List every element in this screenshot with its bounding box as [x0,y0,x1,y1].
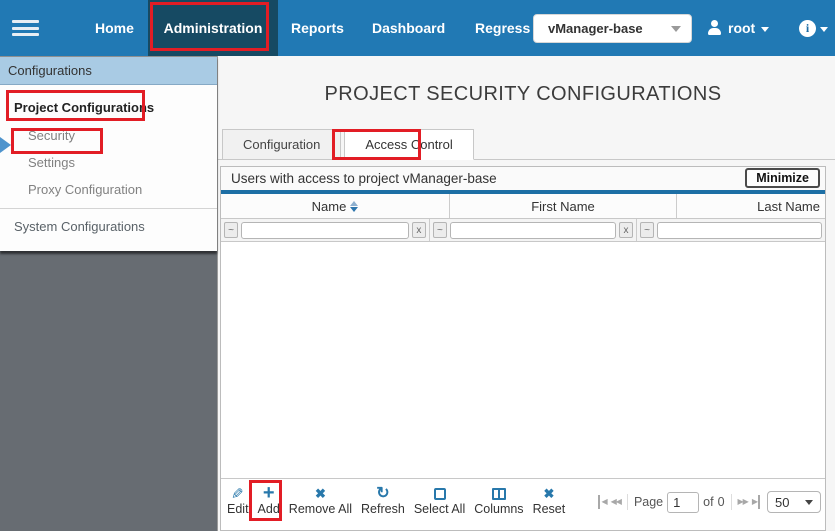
filter-clear-button[interactable]: x [412,222,426,238]
remove-all-button[interactable]: ✖ Remove All [289,485,352,516]
grid-filter-row: ~ x ~ x ~ [221,219,825,242]
caret-down-icon [761,27,769,32]
first-page-button[interactable]: ◀ [598,495,606,509]
chevron-down-icon [805,500,813,505]
hamburger-menu-icon[interactable] [12,20,39,36]
grid-title: Users with access to project vManager-ba… [231,171,497,186]
chevron-down-icon [671,26,681,32]
column-header-first-name[interactable]: First Name [450,194,677,218]
project-selector-value: vManager-base [548,21,671,36]
tab-configuration[interactable]: Configuration [222,129,341,159]
nav-item-home[interactable]: Home [95,0,134,56]
pagination-bar: ◀ ◀◀ Page of 0 ▶▶ ▶ 50 [598,485,821,513]
column-header-name-label: Name [312,199,347,214]
previous-page-button[interactable]: ◀◀ [611,495,621,509]
current-item-arrow-icon [0,137,11,153]
info-icon: i [799,20,816,37]
tab-access-control[interactable]: Access Control [344,129,473,160]
project-selector-dropdown[interactable]: vManager-base [533,14,692,43]
refresh-button-label: Refresh [361,502,405,516]
reset-button[interactable]: ✖ Reset [533,485,566,516]
page-title: PROJECT SECURITY CONFIGURATIONS [220,83,826,106]
of-label: of [703,495,713,509]
sidebar-item-security[interactable]: Security [0,122,217,149]
filter-cell-first-name: ~ x [430,219,637,241]
columns-button[interactable]: Columns [474,485,523,516]
top-navbar: Home Administration Reports Dashboard Re… [0,0,835,56]
page-size-value: 50 [775,495,789,510]
pager-divider [731,494,732,510]
grid-empty-body[interactable] [221,242,825,478]
remove-icon: ✖ [315,485,326,502]
filter-input-name[interactable] [241,222,409,239]
columns-icon [492,485,506,502]
filter-cell-last-name: ~ [637,219,825,241]
filter-input-first-name[interactable] [450,222,616,239]
filter-operator-button[interactable]: ~ [224,222,238,238]
user-icon [707,20,722,36]
filter-clear-button[interactable]: x [619,222,633,238]
nav-item-dashboard[interactable]: Dashboard [372,0,445,56]
select-all-button-label: Select All [414,502,465,516]
page-number-input[interactable] [667,492,699,513]
sidebar-background: Configurations Project Configurations Se… [0,56,218,531]
nav-item-administration[interactable]: Administration [148,0,278,56]
edit-button-label: Edit [227,502,249,516]
next-page-button[interactable]: ▶▶ [738,495,748,509]
add-button[interactable]: + Add [258,485,280,516]
sort-icon [350,201,358,212]
page-label: Page [634,495,663,509]
filter-operator-button[interactable]: ~ [640,222,654,238]
refresh-button[interactable]: ↻ Refresh [361,485,405,516]
select-all-button[interactable]: Select All [414,485,465,516]
sidebar-item-system-configurations[interactable]: System Configurations [0,209,217,243]
main-content: PROJECT SECURITY CONFIGURATIONS Configur… [218,56,835,531]
filter-input-last-name[interactable] [657,222,822,239]
refresh-icon: ↻ [376,485,389,502]
column-header-name[interactable]: Name [221,194,450,218]
caret-down-icon [820,27,828,32]
remove-all-button-label: Remove All [289,502,352,516]
plus-icon: + [263,485,275,502]
nav-item-regressions[interactable]: Regressi [475,0,531,56]
reset-button-label: Reset [533,502,566,516]
sidebar-item-proxy-configuration[interactable]: Proxy Configuration [0,176,217,203]
access-control-grid: Users with access to project vManager-ba… [220,166,826,531]
columns-button-label: Columns [474,502,523,516]
select-all-icon [434,485,446,502]
sidebar-item-settings[interactable]: Settings [0,149,217,176]
grid-header-row: Name First Name Last Name [221,194,825,219]
filter-cell-name: ~ x [221,219,430,241]
nav-item-reports[interactable]: Reports [291,0,344,56]
edit-button[interactable]: ✎ Edit [227,485,249,516]
grid-titlebar: Users with access to project vManager-ba… [221,167,825,190]
user-name: root [728,20,755,36]
info-menu[interactable]: i [799,0,828,56]
pager-divider [627,494,628,510]
sidebar-item-project-configurations[interactable]: Project Configurations [0,92,217,122]
add-button-label: Add [258,502,280,516]
minimize-button[interactable]: Minimize [745,168,820,188]
total-pages: 0 [718,495,725,509]
pencil-icon: ✎ [231,485,244,502]
user-menu[interactable]: root [707,0,769,56]
tab-strip: Configuration Access Control [218,130,835,160]
column-header-last-name-label: Last Name [757,199,820,214]
reset-icon: ✖ [543,485,554,502]
last-page-button[interactable]: ▶ [752,495,760,509]
column-header-last-name[interactable]: Last Name [677,194,825,218]
column-header-first-name-label: First Name [531,199,595,214]
grid-footer-toolbar: ✎ Edit + Add ✖ Remove All ↻ Refresh Sele… [221,478,825,530]
sidebar-header: Configurations [0,57,217,85]
configurations-menu-panel: Configurations Project Configurations Se… [0,56,217,251]
filter-operator-button[interactable]: ~ [433,222,447,238]
page-size-dropdown[interactable]: 50 [767,491,821,513]
